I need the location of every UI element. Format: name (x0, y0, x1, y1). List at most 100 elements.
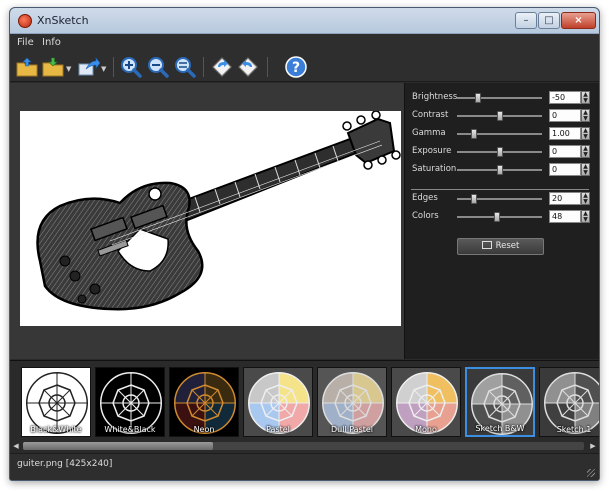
preset-label: White&Black (104, 425, 156, 434)
preset-thumb[interactable]: Sketch 1 (539, 367, 599, 437)
reset-button[interactable]: Reset (457, 238, 544, 255)
menu-info[interactable]: Info (42, 37, 61, 48)
param-value-field[interactable]: 0 (549, 145, 581, 158)
param-slider[interactable] (457, 212, 542, 222)
export-dropdown-icon[interactable]: ▼ (101, 65, 106, 73)
help-icon[interactable]: ? (284, 55, 308, 79)
slider-thumb[interactable] (496, 165, 503, 175)
preset-thumb[interactable]: Black&White (21, 367, 91, 437)
resize-grip-icon[interactable] (587, 469, 595, 477)
slider-thumb[interactable] (496, 111, 503, 121)
svg-text:?: ? (292, 60, 300, 76)
preset-thumb[interactable]: Mono (391, 367, 461, 437)
sketch-preview-image (20, 111, 401, 326)
zoom-in-icon[interactable] (119, 55, 143, 79)
param-slider[interactable] (457, 165, 542, 175)
preset-label: Mono (415, 425, 437, 434)
param-label: Edges (412, 193, 438, 203)
preset-label: Pastel (266, 425, 290, 434)
window-title: XnSketch (37, 14, 89, 27)
param-value-field[interactable]: 0 (549, 109, 581, 122)
param-value-field[interactable]: 20 (549, 192, 581, 205)
save-dropdown-icon[interactable]: ▼ (66, 65, 71, 73)
preset-label: Sketch 1 (556, 425, 592, 434)
param-slider[interactable] (457, 111, 542, 121)
slider-thumb[interactable] (471, 194, 477, 204)
param-slider[interactable] (457, 93, 542, 103)
param-colors: Colors 48 ▲ ▼ (412, 210, 598, 224)
status-filename: guiter.png [425x240] (17, 459, 113, 469)
scroll-right-icon[interactable]: ▶ (588, 441, 598, 451)
scroll-thumb[interactable] (23, 442, 213, 450)
preset-label: Neon (193, 425, 215, 434)
param-value-field[interactable]: 0 (549, 163, 581, 176)
parameters-panel: Brightness -50 ▲ ▼ Contrast 0 ▲ ▼ Gamma 1.00 ▲ ▼ Exp… (404, 83, 599, 359)
preset-thumb[interactable]: Sketch B&W (465, 367, 535, 437)
param-slider[interactable] (457, 147, 542, 157)
slider-thumb[interactable] (493, 212, 500, 222)
toolbar: ▼ ▼ ? (10, 52, 599, 82)
preset-thumb[interactable]: Dull Pastel (317, 367, 387, 437)
open-folder-icon[interactable] (15, 55, 39, 79)
param-label: Saturation (412, 164, 457, 174)
slider-thumb[interactable] (475, 93, 482, 103)
toolbar-separator (203, 57, 204, 77)
spin-arrows-icon[interactable]: ▲ ▼ (581, 163, 590, 176)
param-label: Brightness (412, 92, 458, 102)
preset-label: Sketch B&W (475, 424, 525, 433)
reset-label: Reset (495, 241, 520, 251)
app-window: XnSketch – □ × File Info ▼ ▼ ? Brightnes… (9, 7, 600, 481)
scroll-track[interactable] (23, 442, 584, 450)
preset-thumb[interactable]: Neon (169, 367, 239, 437)
spin-arrows-icon[interactable]: ▲ ▼ (581, 145, 590, 158)
preset-label: Dull Pastel (330, 425, 374, 434)
app-logo-icon (18, 14, 32, 28)
spin-arrows-icon[interactable]: ▲ ▼ (581, 127, 590, 140)
spin-arrows-icon[interactable]: ▲ ▼ (581, 210, 590, 223)
param-gamma: Gamma 1.00 ▲ ▼ (412, 127, 598, 141)
param-edges: Edges 20 ▲ ▼ (412, 192, 598, 206)
guitar-sketch-icon (36, 111, 401, 311)
menu-bar: File Info (10, 34, 599, 52)
param-label: Contrast (412, 110, 449, 120)
preview-canvas[interactable] (10, 83, 404, 359)
rotate-left-icon[interactable] (210, 55, 234, 79)
maximize-button[interactable]: □ (538, 12, 560, 29)
slider-thumb[interactable] (471, 129, 477, 139)
spin-arrows-icon[interactable]: ▲ ▼ (581, 109, 590, 122)
menu-file[interactable]: File (17, 37, 34, 48)
close-button[interactable]: × (561, 12, 596, 29)
toolbar-separator (113, 57, 114, 77)
save-folder-icon[interactable] (41, 55, 65, 79)
param-label: Exposure (412, 146, 452, 156)
param-value-field[interactable]: 1.00 (549, 127, 581, 140)
scroll-left-icon[interactable]: ◀ (11, 441, 21, 451)
slider-thumb[interactable] (496, 147, 503, 157)
param-brightness: Brightness -50 ▲ ▼ (412, 91, 598, 105)
param-label: Gamma (412, 128, 446, 138)
spin-arrows-icon[interactable]: ▲ ▼ (581, 91, 590, 104)
param-label: Colors (412, 211, 439, 221)
horizontal-scrollbar[interactable]: ◀ ▶ (10, 440, 599, 452)
preset-thumb[interactable]: Pastel (243, 367, 313, 437)
preset-label: Black&White (30, 425, 82, 434)
reset-icon (481, 241, 492, 249)
panel-divider (411, 189, 589, 190)
param-value-field[interactable]: 48 (549, 210, 581, 223)
zoom-out-icon[interactable] (146, 55, 170, 79)
param-contrast: Contrast 0 ▲ ▼ (412, 109, 598, 123)
preset-thumb[interactable]: White&Black (95, 367, 165, 437)
preset-strip: Black&White White&Black Neon Pastel Dull Pas… (10, 360, 599, 440)
rotate-right-icon[interactable] (236, 55, 260, 79)
toolbar-separator (267, 57, 268, 77)
zoom-fit-icon[interactable] (173, 55, 197, 79)
spin-arrows-icon[interactable]: ▲ ▼ (581, 192, 590, 205)
param-value-field[interactable]: -50 (549, 91, 581, 104)
param-exposure: Exposure 0 ▲ ▼ (412, 145, 598, 159)
minimize-button[interactable]: – (515, 12, 537, 29)
title-bar[interactable]: XnSketch – □ × (10, 8, 599, 34)
status-bar: guiter.png [425x240] (10, 453, 599, 480)
export-icon[interactable] (76, 55, 101, 79)
param-slider[interactable] (457, 194, 542, 204)
param-slider[interactable] (457, 129, 542, 139)
